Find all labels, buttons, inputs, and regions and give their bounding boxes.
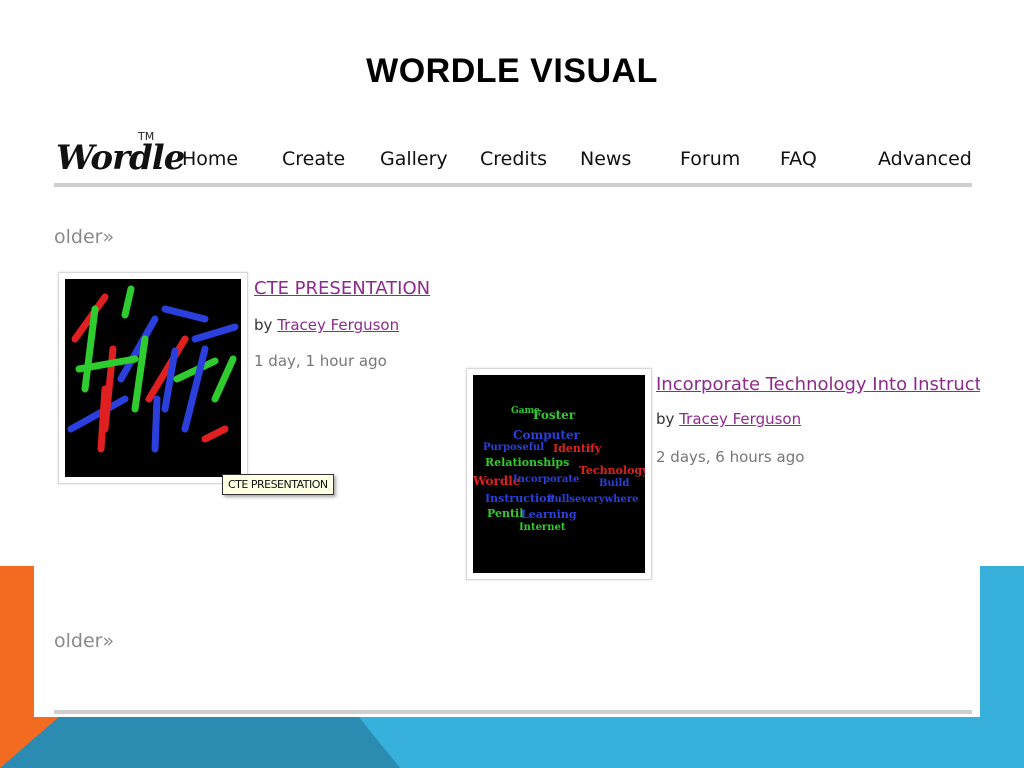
nav-advanced[interactable]: Advanced [878,148,972,170]
cloud-word: Instruction [485,492,555,505]
teal-footer-shape [0,716,400,768]
cloud-word: Purposeful [483,442,545,453]
by-label: by [254,316,273,334]
nav-divider [54,183,972,187]
cloud-word: Relationships [485,456,570,469]
entry-byline: by Tracey Ferguson [656,410,801,428]
footer-divider [54,710,972,714]
entry-byline: by Tracey Ferguson [254,316,399,334]
thumbnail-tooltip: CTE PRESENTATION [222,474,334,495]
cloud-word: Internet [519,522,566,533]
cloud-word: Foster [533,408,576,422]
cloud-word: Build [599,478,630,489]
nav-home[interactable]: Home [182,148,238,170]
cloud-word: Pullseverywhere [547,494,639,505]
entry-timestamp: 1 day, 1 hour ago [254,352,387,370]
nav-news[interactable]: News [580,148,631,170]
nav-gallery[interactable]: Gallery [380,148,448,170]
older-link-top[interactable]: older» [54,226,114,248]
author-link[interactable]: Tracey Ferguson [679,410,801,428]
slide-title: WORDLE VISUAL [366,52,658,90]
cloud-word: Pentil [487,507,524,520]
trademark-mark: TM [138,130,155,143]
cloud-word: Technology [579,464,645,477]
thumbnail-cte-presentation[interactable] [58,272,248,484]
nav-credits[interactable]: Credits [480,148,547,170]
word-cloud-image: Game Foster Computer Purposeful Identify Rela… [473,375,645,573]
thumbnail-incorporate-technology[interactable]: Game Foster Computer Purposeful Identify Rela… [466,368,652,580]
older-link-bottom[interactable]: older» [54,630,114,652]
cloud-word: Identify [553,442,602,455]
by-label: by [656,410,675,428]
cloud-word: Computer [513,428,580,442]
entry-title-link[interactable]: Incorporate Technology Into Instruction [656,374,980,395]
cloud-word: Learning [521,508,577,521]
nav-faq[interactable]: FAQ [780,148,817,170]
entry-timestamp: 2 days, 6 hours ago [656,448,805,466]
wordle-logo[interactable]: Wordle [56,138,185,178]
author-link[interactable]: Tracey Ferguson [277,316,399,334]
nav-create[interactable]: Create [282,148,345,170]
word-cloud-image [65,279,241,477]
wordle-nav-bar: Wordle TM Home Create Gallery Credits Ne… [54,128,972,184]
nav-forum[interactable]: Forum [680,148,740,170]
cloud-word: Incorporate [513,474,580,485]
wordle-screenshot: Wordle TM Home Create Gallery Credits Ne… [34,100,980,717]
entry-title-link[interactable]: CTE PRESENTATION [254,278,430,299]
word-cloud-graphic [67,285,239,453]
